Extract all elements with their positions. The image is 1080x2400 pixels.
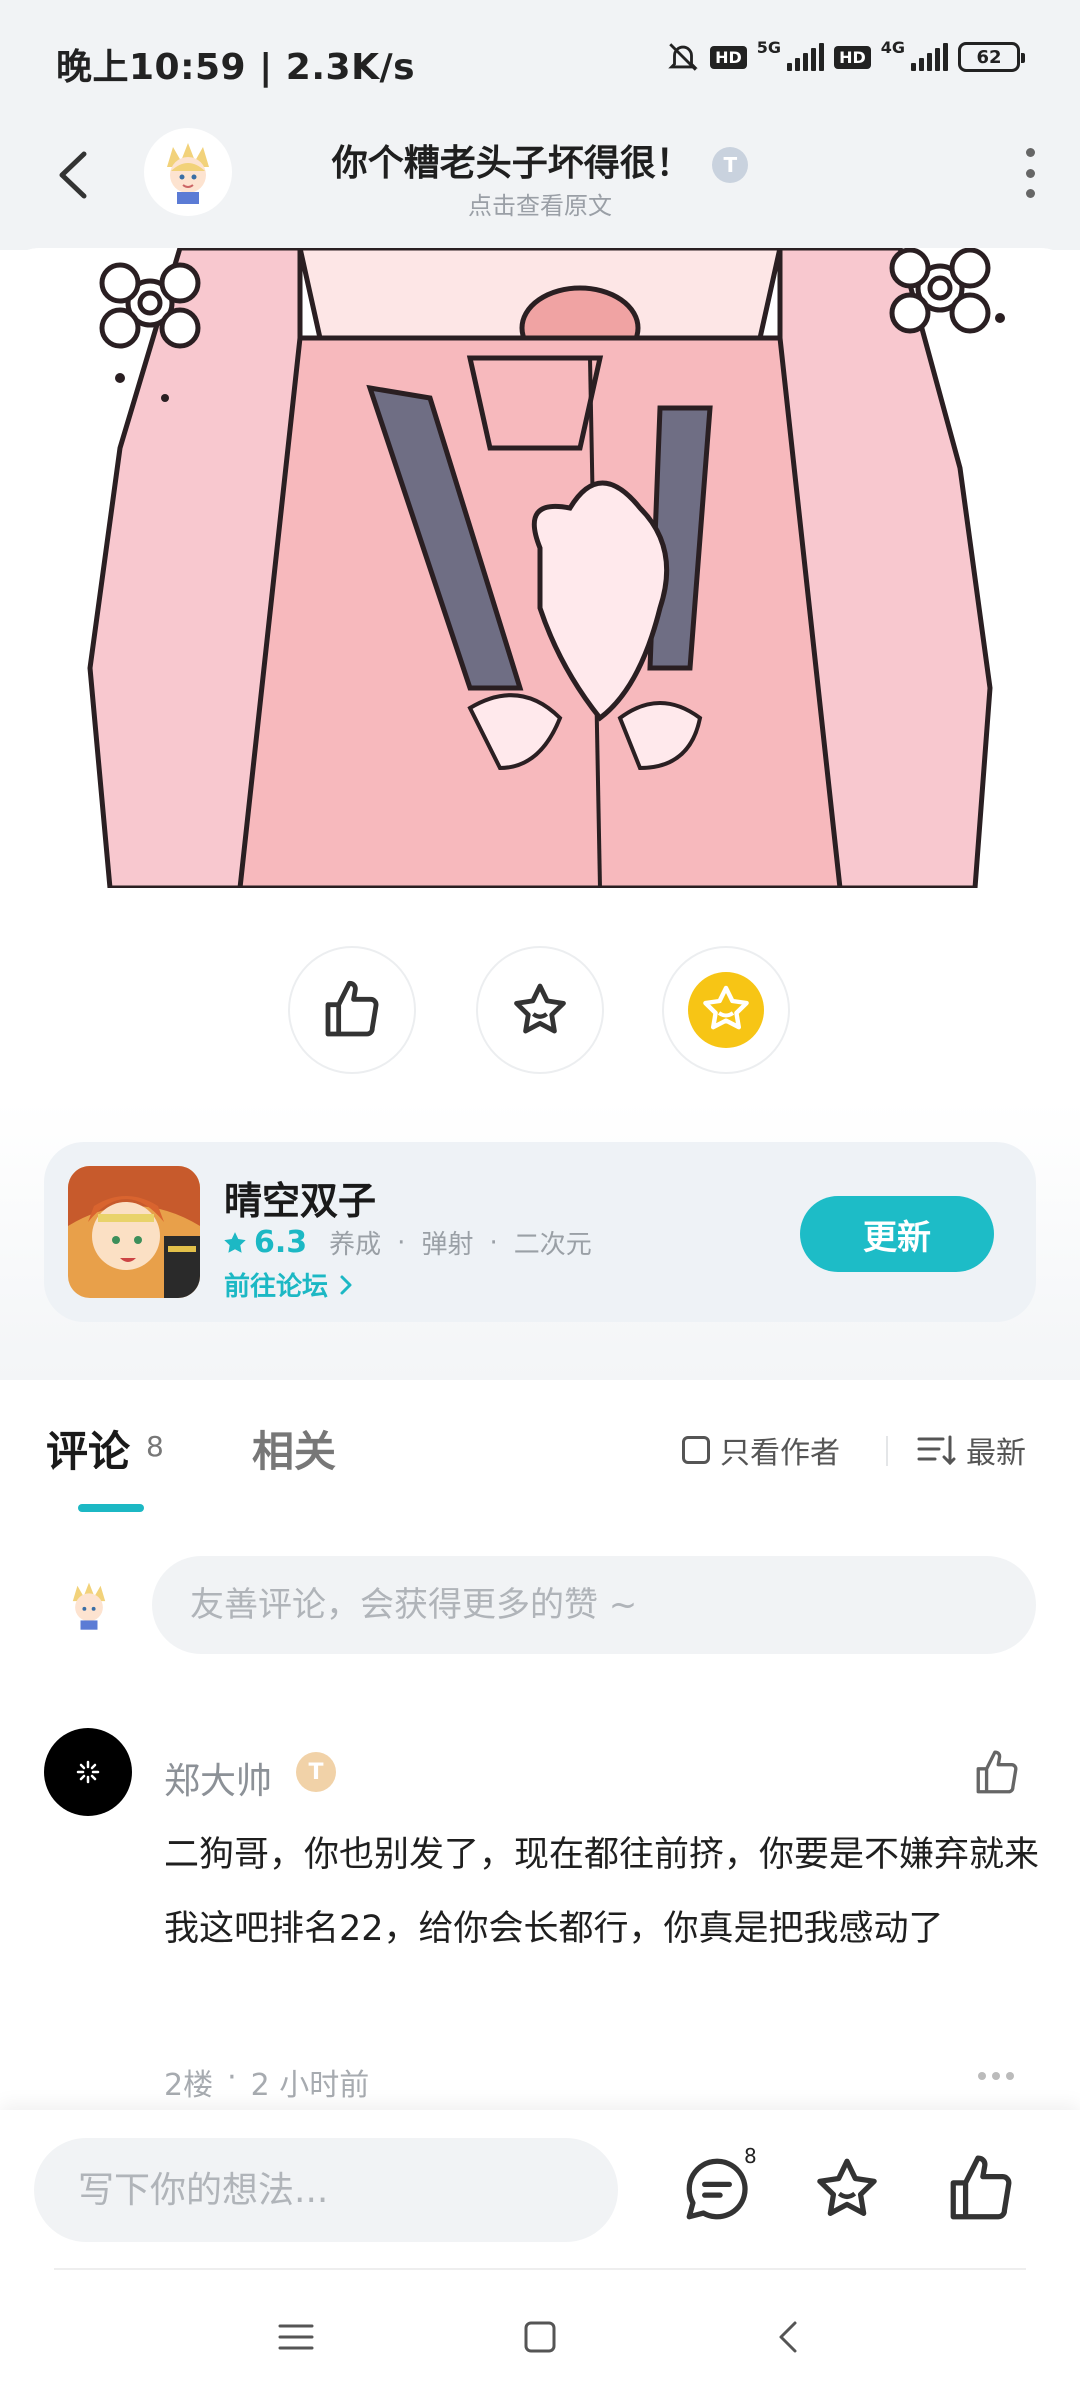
active-tab-indicator: [78, 1504, 144, 1512]
game-tag: 弹射: [421, 1230, 474, 1260]
more-dot: [1006, 2072, 1014, 2080]
only-author-label: 只看作者: [720, 1436, 840, 1471]
commenter-name[interactable]: 郑大帅: [164, 1752, 272, 1804]
my-avatar: [62, 1578, 116, 1632]
comment-like-button[interactable]: [972, 1748, 1022, 1798]
mute-bell-icon: [668, 43, 698, 71]
game-icon[interactable]: [68, 1166, 200, 1298]
comment-floor: 2楼: [164, 2068, 214, 2103]
thumbs-up-icon: [950, 2155, 1012, 2220]
comment-time: 2 小时前: [250, 2068, 370, 2103]
gold-star-icon: [688, 972, 764, 1048]
comment-meta: 2楼 · 2 小时前: [164, 2060, 369, 2104]
forum-link[interactable]: 前往论坛: [224, 1266, 356, 1303]
divider: [886, 1436, 888, 1466]
post-title[interactable]: 你个糟老头子坏得很！ T: [0, 134, 1080, 186]
favorite-bottom-button[interactable]: [810, 2152, 884, 2226]
star-icon: [514, 983, 566, 1034]
thumbs-up-icon: [976, 1750, 1018, 1794]
game-meta: 6.3 养成 · 弹射 · 二次元: [222, 1224, 592, 1261]
update-button[interactable]: 更新: [800, 1196, 994, 1272]
tab-comments[interactable]: 评论: [46, 1418, 130, 1479]
commenter-avatar[interactable]: [44, 1728, 132, 1816]
sort-icon: [917, 1435, 956, 1466]
game-tag: 养成: [329, 1230, 382, 1260]
more-dot: [1025, 148, 1035, 157]
post-image[interactable]: [0, 248, 1080, 888]
signal-icon: [787, 43, 825, 71]
more-options-button[interactable]: [1010, 148, 1050, 198]
write-thought-input[interactable]: [34, 2138, 618, 2242]
nav-back-button[interactable]: [748, 2302, 828, 2372]
anime-girl-illustration: [0, 248, 1080, 888]
view-original-link[interactable]: 点击查看原文: [0, 186, 1080, 221]
hd-badge-2: HD: [834, 45, 871, 69]
comment-count-badge: 8: [744, 2144, 757, 2168]
game-name[interactable]: 晴空双子: [224, 1170, 376, 1225]
hd-badge: HD: [710, 45, 747, 69]
more-dot: [1025, 168, 1035, 178]
like-button[interactable]: [288, 946, 416, 1074]
more-dot: [992, 2072, 1000, 2080]
reward-button[interactable]: [662, 946, 790, 1074]
comment-button[interactable]: [680, 2152, 754, 2226]
network-5g: 5G: [756, 37, 782, 57]
square-icon: [524, 2321, 556, 2353]
like-bottom-button[interactable]: [944, 2152, 1018, 2226]
sort-button[interactable]: 最新: [916, 1428, 1026, 1472]
chevron-right-icon: [340, 1275, 352, 1294]
star-rating-icon: [224, 1231, 246, 1253]
star-icon: [817, 2158, 877, 2216]
battery-level: 62: [976, 46, 1002, 68]
comment-more-button[interactable]: [978, 2072, 1014, 2080]
tag-separator: ·: [397, 1227, 406, 1258]
chat-bubble-icon: [686, 2158, 748, 2220]
user-level-badge: T: [296, 1752, 336, 1792]
menu-icon: [278, 2324, 314, 2350]
tag-separator: ·: [489, 1227, 498, 1258]
more-dot: [978, 2072, 986, 2080]
game-rating: 6.3: [254, 1225, 308, 1260]
network-4g: 4G: [880, 37, 905, 57]
game-character-image: [68, 1166, 200, 1298]
game-tag: 二次元: [513, 1230, 592, 1260]
checkbox-icon: [682, 1436, 710, 1464]
sort-label: 最新: [966, 1436, 1026, 1471]
meta-separator: ·: [227, 2060, 237, 2095]
nav-home-button[interactable]: [500, 2302, 580, 2372]
post-title-text: 你个糟老头子坏得很！: [331, 143, 692, 184]
thumbs-up-icon: [325, 980, 379, 1037]
loading-spinner-icon: [76, 1760, 100, 1784]
nav-menu-button[interactable]: [256, 2302, 336, 2372]
battery-icon: 62: [958, 42, 1025, 72]
triangle-back-icon: [779, 2321, 797, 2353]
comment-input[interactable]: [152, 1556, 1036, 1654]
more-dot: [1025, 189, 1035, 198]
status-icons: HD 5G HD 4G 62: [666, 37, 1025, 74]
signal-icon-2: [911, 43, 948, 71]
status-time-speed: 晚上10:59 | 2.3K/s: [56, 47, 416, 88]
comment-text[interactable]: 二狗哥，你也别发了，现在都往前挤，你要是不嫌弃就来我这吧排名22，给你会长都行，…: [164, 1818, 1044, 1966]
comments-count: 8: [146, 1430, 164, 1463]
forum-link-label: 前往论坛: [224, 1272, 329, 1302]
only-author-toggle[interactable]: 只看作者: [682, 1428, 840, 1472]
favorite-button[interactable]: [476, 946, 604, 1074]
level-badge-icon: T: [712, 147, 749, 183]
nav-divider: [54, 2268, 1026, 2270]
tab-related[interactable]: 相关: [252, 1418, 336, 1479]
anime-avatar-image: [72, 1582, 106, 1630]
